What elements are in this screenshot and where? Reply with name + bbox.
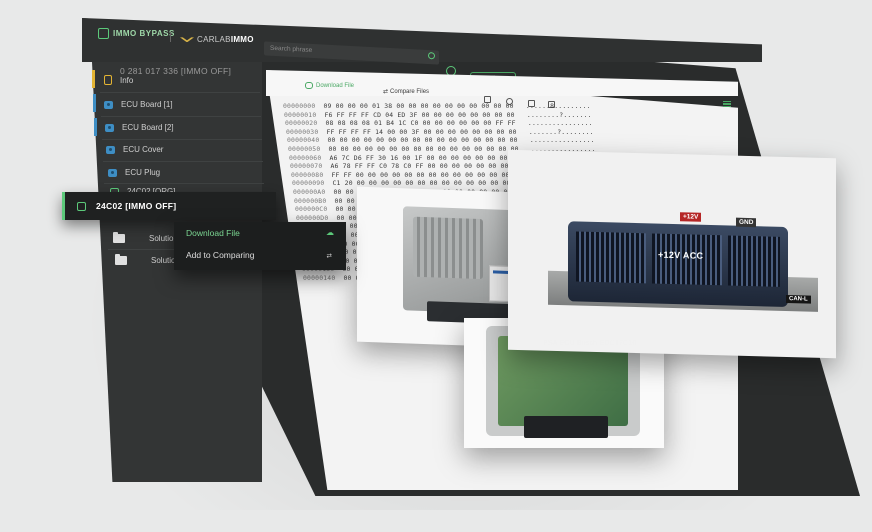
acc-label: +12V ACC (658, 249, 704, 261)
sidebar-item-label: ECU Cover (123, 145, 164, 154)
compare-icon: ⇄ (326, 253, 332, 260)
heatsink-fins (413, 216, 483, 280)
pin-block-1 (576, 231, 646, 284)
hex-address: 00000060 (289, 153, 322, 162)
carlab-brand: CARLABIMMO (180, 35, 254, 44)
hex-bytes: 00 00 00 00 00 00 00 00 00 00 00 00 00 0… (327, 136, 518, 145)
hex-address: 00000020 (285, 119, 318, 128)
camera-icon (106, 145, 115, 154)
hex-ascii: ................ (529, 136, 595, 145)
chip-icon (77, 201, 86, 211)
hamburger-menu-icon[interactable] (723, 101, 731, 107)
separator (101, 116, 261, 117)
hex-bytes: A6 7C D6 FF 30 16 00 1F 00 00 00 00 00 0… (329, 153, 520, 162)
separator (108, 249, 178, 250)
separator (100, 92, 260, 93)
hex-address: 000000A0 (293, 188, 326, 196)
camera-icon (104, 100, 113, 109)
cloud-download-icon: ☁ (326, 228, 334, 237)
hex-bytes: FF FF FF FF 14 00 00 3F 00 00 00 00 00 0… (326, 127, 517, 136)
search-icon[interactable] (428, 52, 435, 60)
sidebar-item-label: 24C02 [IMMO OFF] (96, 201, 177, 211)
sidebar-item-label: Info (120, 75, 134, 85)
sidebar-item-label: ECU Plug (125, 168, 161, 177)
ecu-plug-photo: +12V GND CAN-L +12V ACC (508, 149, 836, 359)
hex-address: 00000080 (291, 170, 324, 179)
separator (103, 161, 263, 162)
hex-row: 00000020 08 08 08 08 01 B4 1C C0 00 00 0… (285, 119, 593, 127)
hex-address: 00000050 (288, 145, 321, 153)
sidebar-item-label: ECU Board [2] (122, 123, 174, 132)
sidebar-item-ecu-board-1[interactable]: ECU Board [1] (104, 100, 173, 109)
immo-bypass-logo: IMMO BYPASS (98, 28, 175, 39)
selected-stripe (62, 192, 65, 220)
hex-address: 000000D0 (296, 213, 329, 222)
tag-can-l: CAN-L (786, 294, 811, 304)
sidebar-item-info[interactable]: Info (104, 75, 133, 85)
sidebar-item-ecu-plug[interactable]: ECU Plug (108, 168, 160, 177)
compare-files-tab[interactable]: ⇄ Compare Files (383, 88, 429, 95)
accent-info (92, 70, 95, 88)
download-file-tab[interactable]: Download File (305, 82, 354, 89)
hex-address: 00000000 (283, 102, 316, 110)
photo-caption: PSA ECU Bosch EDC17C10 (543, 340, 637, 347)
hex-bytes: 00 00 00 00 00 00 00 00 00 00 00 00 00 0… (328, 145, 519, 153)
sidebar-item-ecu-cover[interactable]: ECU Cover (106, 145, 163, 154)
compare-files-label: Compare Files (390, 89, 430, 95)
camera-icon (105, 123, 114, 132)
accent-board2 (94, 118, 97, 136)
brand-text-a: CARLAB (197, 35, 231, 44)
logo-icon (98, 28, 109, 39)
sidebar-item-ecu-board-2[interactable]: ECU Board [2] (105, 123, 174, 132)
pin-block-3 (728, 235, 780, 287)
logo-text: IMMO BYPASS (113, 29, 175, 38)
hex-address: 00000140 (303, 274, 336, 282)
hex-bytes: 09 00 00 00 01 38 00 00 00 00 00 00 00 0… (323, 102, 514, 110)
separator (102, 139, 262, 140)
compare-icon: ⇄ (383, 89, 389, 95)
hex-ascii: ........?....... (526, 110, 592, 119)
hex-address: 000000B0 (294, 196, 327, 205)
pcb-connector (524, 416, 608, 438)
folder-icon (115, 254, 127, 265)
hex-address: 00000070 (290, 162, 323, 171)
hex-row: 00000030 FF FF FF FF 14 00 00 3F 00 00 0… (286, 128, 594, 136)
accent-board1 (93, 94, 96, 112)
hex-address: 00000090 (292, 179, 325, 188)
tag-12v: +12V (680, 212, 702, 222)
download-file-label: Download File (316, 83, 355, 90)
hex-address: 00000010 (284, 110, 317, 119)
hex-bytes: F6 FF FF FF CD 04 ED 3F 00 00 00 00 00 0… (324, 110, 515, 119)
menu-item-download-file[interactable]: Download File (186, 228, 240, 238)
context-menu: Download File ☁ Add to Comparing ⇄ (174, 222, 346, 270)
hex-ascii: ................ (527, 119, 593, 128)
hex-address: 00000030 (286, 127, 319, 136)
tag-gnd: GND (736, 217, 757, 228)
plug-connector (568, 221, 788, 308)
hex-address: 000000C0 (295, 205, 328, 214)
hex-row: 00000010 F6 FF FF FF CD 04 ED 3F 00 00 0… (284, 111, 592, 119)
camera-icon (108, 168, 117, 177)
marketing-scene: IMMO BYPASS CARLABIMMO Search phrase Too… (0, 0, 872, 532)
hex-ascii: ......8......... (525, 102, 591, 110)
document-icon (104, 75, 112, 85)
menu-item-add-to-comparing[interactable]: Add to Comparing (186, 250, 255, 260)
sidebar-item-label: ECU Board [1] (121, 100, 173, 109)
hex-row: 00000000 09 00 00 00 01 38 00 00 00 00 0… (283, 102, 591, 110)
hex-bytes: 08 08 08 08 01 B4 1C C0 00 00 00 00 00 0… (325, 119, 516, 128)
sidebar-item-24c02-immo-off[interactable]: 24C02 [IMMO OFF] (62, 192, 276, 220)
separator (104, 183, 264, 184)
ecu-title: 0 281 017 336 [IMMO OFF] (120, 66, 232, 76)
search-placeholder: Search phrase (270, 44, 313, 54)
hex-bytes: FF FF 00 00 00 00 00 00 00 00 00 00 00 0… (331, 170, 522, 179)
cloud-download-icon (305, 82, 313, 89)
header-divider (170, 32, 171, 42)
hex-bytes: A6 78 FF FF C0 78 C0 FF 00 00 00 00 00 0… (330, 162, 521, 171)
brand-text-b: IMMO (230, 35, 254, 44)
folder-icon (113, 232, 125, 243)
hex-ascii: .......?........ (528, 127, 594, 136)
wing-logo-icon (180, 37, 194, 43)
hex-address: 00000040 (287, 136, 320, 145)
hex-row: 00000040 00 00 00 00 00 00 00 00 00 00 0… (287, 136, 595, 144)
